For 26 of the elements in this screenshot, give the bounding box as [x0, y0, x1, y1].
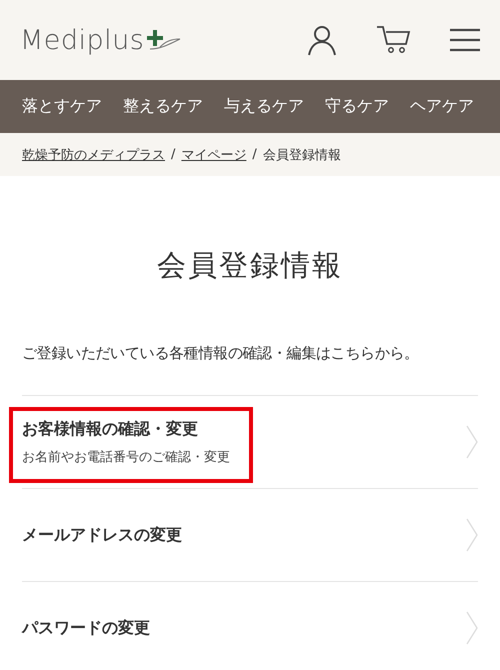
page-title: 会員登録情報	[156, 247, 344, 284]
nav-link[interactable]: ヘアケア	[410, 96, 474, 117]
chevron-icon	[466, 425, 478, 459]
logo-text[interactable]: Mediplus	[20, 24, 144, 56]
nav-link[interactable]: 落とすケア	[22, 96, 102, 117]
nav-link[interactable]: 与えるケア	[224, 96, 304, 117]
breadcrumb-link[interactable]: 乾燥予防のメディプラス	[22, 146, 165, 164]
menu-icon[interactable]	[450, 28, 480, 52]
nav-link[interactable]: 整えるケア	[123, 96, 203, 117]
breadcrumb-link[interactable]: マイページ	[181, 146, 246, 164]
breadcrumb-current: 会員登録情報	[262, 146, 341, 164]
nav-link[interactable]: 守るケア	[325, 96, 389, 117]
menu-item-subtitle: お名前やお電話番号のご確認・変更	[22, 448, 230, 466]
chevron-icon	[466, 518, 478, 552]
menu-item[interactable]: パスワードの変更	[22, 582, 478, 670]
menu-item[interactable]: お客様情報の確認・変更 お名前やお電話番号のご確認・変更	[22, 396, 478, 488]
menu-item-title: パスワードの変更	[22, 618, 150, 638]
breadcrumb-separator: /	[252, 147, 257, 162]
user-icon[interactable]	[306, 24, 338, 56]
cart-icon[interactable]	[376, 25, 412, 55]
menu-item-title: メールアドレスの変更	[22, 524, 182, 546]
menu-item-title: お客様情報の確認・変更	[22, 418, 199, 440]
intro-text: ご登録いただいている各種情報の確認・編集はこちらから。	[22, 344, 420, 363]
breadcrumb-separator: /	[171, 147, 176, 162]
menu-item[interactable]: メールアドレスの変更	[22, 489, 478, 581]
chevron-icon	[466, 611, 478, 645]
